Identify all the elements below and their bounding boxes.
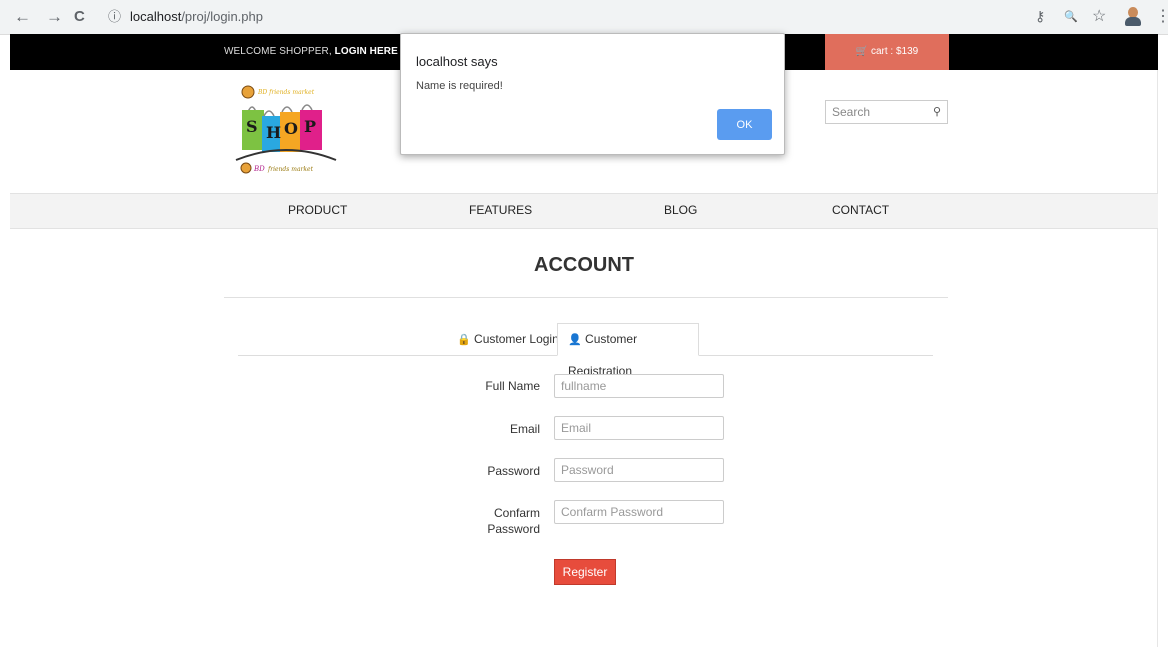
- svg-text:BD friends market: BD friends market: [257, 89, 315, 96]
- shop-logo[interactable]: BD friends market S H O P BD friends mar…: [230, 78, 340, 178]
- lock-icon: 🔒: [457, 334, 471, 346]
- svg-text:H: H: [266, 123, 281, 142]
- address-bar[interactable]: ⓘ localhost/proj/login.php: [100, 5, 1025, 29]
- cart-total: cart : $139: [870, 46, 919, 57]
- forward-icon[interactable]: →: [46, 6, 63, 28]
- bookmark-star-icon[interactable]: ☆: [1092, 6, 1106, 26]
- search-input[interactable]: [832, 102, 927, 122]
- svg-text:S: S: [246, 117, 258, 136]
- url-text: localhost/proj/login.php: [130, 5, 263, 29]
- svg-text:O: O: [284, 119, 298, 138]
- fullname-label: Full Name: [485, 379, 540, 393]
- browser-toolbar: ← → C ⓘ localhost/proj/login.php ⚷ 🔍 ☆ ⋮: [0, 0, 1168, 35]
- back-icon[interactable]: ←: [14, 6, 31, 28]
- welcome-text: WELCOME SHOPPER, LOGIN HERE: [224, 46, 398, 57]
- svg-text:P: P: [304, 117, 316, 136]
- tab-login-label: Customer Login: [474, 332, 559, 346]
- url-host: localhost: [130, 9, 182, 24]
- password-label: Password: [487, 464, 540, 478]
- info-icon[interactable]: ⓘ: [108, 5, 121, 29]
- main-nav: PRODUCT FEATURES BLOG CONTACT: [10, 193, 1158, 229]
- dialog-title: localhost says: [416, 54, 498, 69]
- profile-avatar-icon[interactable]: [1124, 7, 1142, 27]
- cart-button[interactable]: 🛒 cart : $139: [825, 34, 949, 70]
- nav-item-blog[interactable]: BLOG: [664, 203, 697, 217]
- password-field[interactable]: [554, 458, 724, 482]
- dialog-message: Name is required!: [416, 80, 503, 92]
- email-label: Email: [509, 422, 540, 436]
- divider: [224, 297, 948, 298]
- url-path: /proj/login.php: [181, 9, 263, 24]
- login-here-link[interactable]: LOGIN HERE: [335, 46, 398, 57]
- user-plus-icon: 👤: [568, 334, 582, 346]
- tab-customer-registration[interactable]: 👤 Customer Registration: [557, 323, 699, 378]
- register-button[interactable]: Register: [554, 559, 616, 585]
- nav-item-product[interactable]: PRODUCT: [288, 203, 347, 217]
- reload-icon[interactable]: C: [74, 6, 85, 28]
- svg-text:friends market: friends market: [267, 166, 314, 173]
- search-box: ⚲: [825, 100, 948, 124]
- key-icon[interactable]: ⚷: [1035, 8, 1045, 25]
- dialog-ok-button[interactable]: OK: [717, 109, 772, 140]
- cart-icon: 🛒: [855, 46, 869, 57]
- fullname-field[interactable]: [554, 374, 724, 398]
- confirm-password-field[interactable]: [554, 500, 724, 524]
- tab-customer-login[interactable]: 🔒 Customer Login: [457, 332, 559, 346]
- confirm-password-label: Confarm Password: [450, 505, 540, 537]
- page-edge: [1157, 34, 1158, 647]
- alert-dialog: localhost says Name is required! OK: [400, 33, 785, 155]
- search-icon[interactable]: ⚲: [933, 105, 941, 118]
- page-title: ACCOUNT: [534, 254, 634, 276]
- email-field[interactable]: [554, 416, 724, 440]
- svg-text:BD: BD: [253, 165, 265, 173]
- browser-menu-icon[interactable]: ⋮: [1155, 6, 1168, 26]
- zoom-icon[interactable]: 🔍: [1064, 10, 1078, 23]
- confirm-label-line1: Confarm: [493, 506, 540, 520]
- nav-item-contact[interactable]: CONTACT: [832, 203, 889, 217]
- welcome-label: WELCOME SHOPPER,: [224, 46, 335, 57]
- confirm-label-line2: Password: [487, 522, 540, 536]
- nav-item-features[interactable]: FEATURES: [469, 203, 532, 217]
